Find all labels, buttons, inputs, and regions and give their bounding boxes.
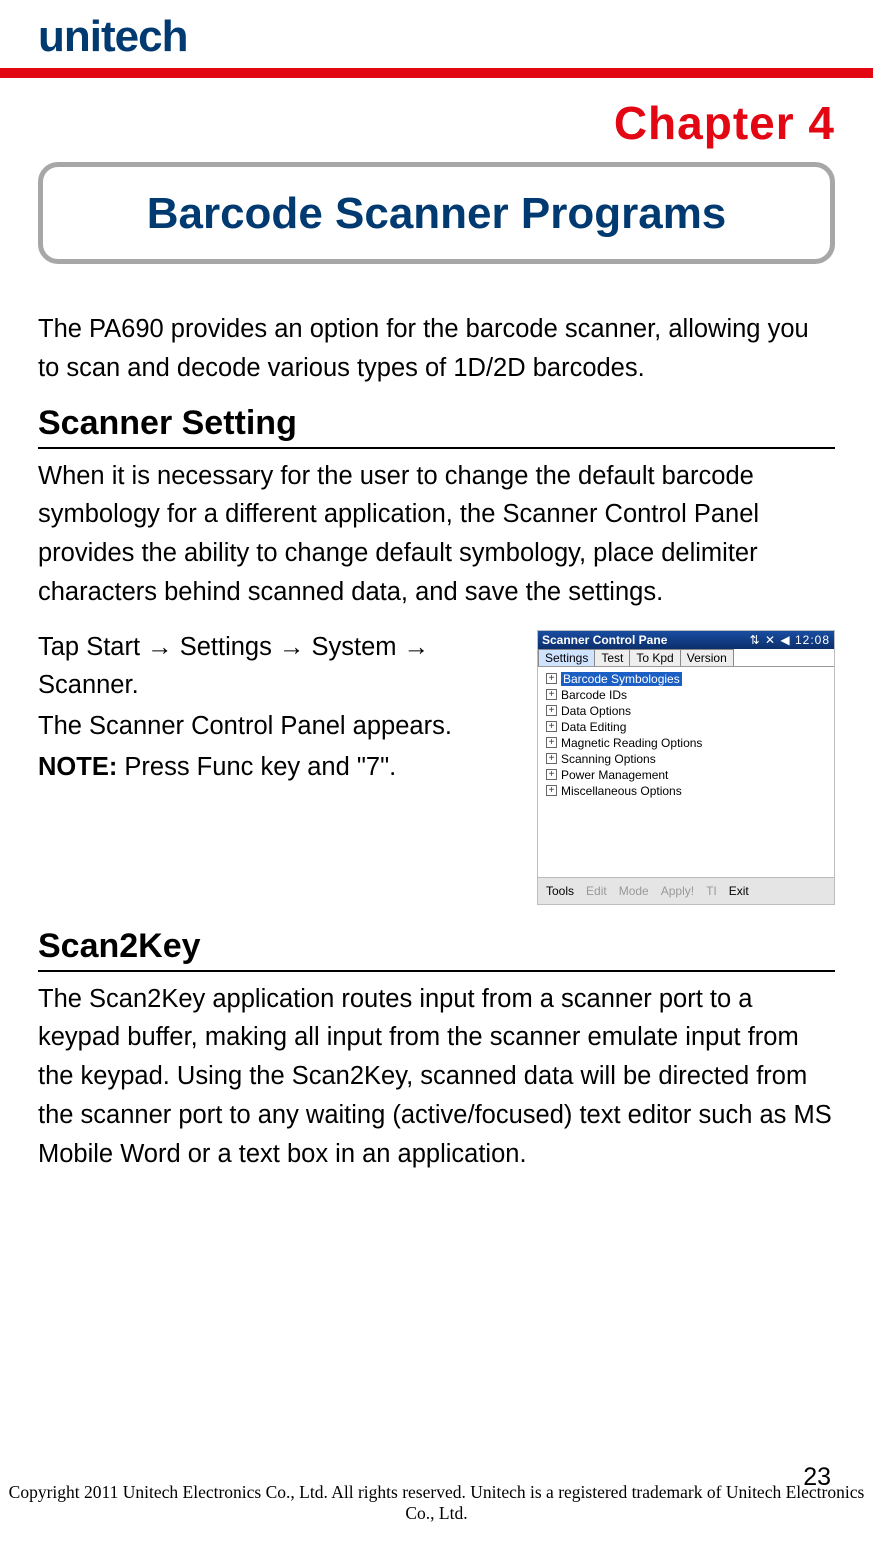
section-divider: [38, 970, 835, 972]
tree-item-label: Magnetic Reading Options: [561, 736, 702, 750]
expand-icon[interactable]: +: [546, 705, 557, 716]
tree-item[interactable]: + Power Management: [544, 767, 828, 783]
brand-logo-text: unitech: [38, 12, 187, 62]
tree-item-label: Power Management: [561, 768, 668, 782]
tree-item[interactable]: + Data Options: [544, 703, 828, 719]
expand-icon[interactable]: +: [546, 785, 557, 796]
chapter-number: Chapter 4: [38, 96, 835, 150]
menu-mode[interactable]: Mode: [619, 884, 649, 898]
expand-icon[interactable]: +: [546, 689, 557, 700]
tree-item-label: Data Editing: [561, 720, 626, 734]
chapter-title-box: Barcode Scanner Programs: [38, 162, 835, 264]
tree-item-label: Barcode IDs: [561, 688, 627, 702]
expand-icon[interactable]: +: [546, 753, 557, 764]
copyright-footer: Copyright 2011 Unitech Electronics Co., …: [0, 1482, 873, 1524]
scanner-setting-note: NOTE: Press Func key and "7".: [38, 748, 517, 787]
menu-exit[interactable]: Exit: [729, 884, 749, 898]
tab-to-kpd[interactable]: To Kpd: [629, 649, 680, 666]
menu-apply[interactable]: Apply!: [661, 884, 694, 898]
tree-item[interactable]: + Barcode IDs: [544, 687, 828, 703]
brand-logo: unitech: [38, 12, 835, 62]
tree-item[interactable]: + Scanning Options: [544, 751, 828, 767]
tree-item-label: Barcode Symbologies: [561, 672, 682, 686]
section-heading-scanner-setting: Scanner Setting: [38, 404, 835, 443]
note-label: NOTE:: [38, 753, 117, 781]
scanner-setting-path: Tap Start → Settings → System → Scanner.: [38, 628, 517, 706]
scanner-setting-p1: When it is necessary for the user to cha…: [38, 457, 835, 612]
chapter-title: Barcode Scanner Programs: [53, 189, 820, 239]
window-title: Scanner Control Pane: [542, 633, 667, 647]
tree-item-label: Scanning Options: [561, 752, 656, 766]
scanner-setting-appears: The Scanner Control Panel appears.: [38, 707, 517, 746]
menu-ti[interactable]: TI: [706, 884, 717, 898]
tree-item[interactable]: + Data Editing: [544, 719, 828, 735]
bottom-menu-bar: Tools Edit Mode Apply! TI Exit: [538, 877, 834, 904]
tree-item[interactable]: + Barcode Symbologies: [544, 671, 828, 687]
tree-item-label: Data Options: [561, 704, 631, 718]
scan2key-p1: The Scan2Key application routes input fr…: [38, 980, 835, 1174]
tab-settings[interactable]: Settings: [538, 649, 595, 666]
tab-version[interactable]: Version: [680, 649, 734, 666]
expand-icon[interactable]: +: [546, 721, 557, 732]
scanner-control-panel-screenshot: Scanner Control Pane ⇅ ✕ ◀ 12:08 Setting…: [537, 630, 835, 905]
section-divider: [38, 447, 835, 449]
header-divider: [0, 68, 873, 78]
tab-test[interactable]: Test: [594, 649, 630, 666]
intro-paragraph: The PA690 provides an option for the bar…: [38, 310, 835, 388]
tree-item-label: Miscellaneous Options: [561, 784, 682, 798]
tree-item[interactable]: + Miscellaneous Options: [544, 783, 828, 799]
expand-icon[interactable]: +: [546, 769, 557, 780]
tab-bar: Settings Test To Kpd Version: [538, 649, 834, 667]
window-titlebar: Scanner Control Pane ⇅ ✕ ◀ 12:08: [538, 631, 834, 649]
menu-tools[interactable]: Tools: [546, 884, 574, 898]
expand-icon[interactable]: +: [546, 673, 557, 684]
menu-edit[interactable]: Edit: [586, 884, 607, 898]
clock-time: 12:08: [795, 633, 830, 647]
section-heading-scan2key: Scan2Key: [38, 927, 835, 966]
settings-tree: + Barcode Symbologies + Barcode IDs + Data …: [538, 667, 834, 877]
note-text: Press Func key and "7".: [117, 753, 396, 781]
expand-icon[interactable]: +: [546, 737, 557, 748]
status-icons: ⇅ ✕ ◀ 12:08: [750, 633, 830, 647]
tree-item[interactable]: + Magnetic Reading Options: [544, 735, 828, 751]
